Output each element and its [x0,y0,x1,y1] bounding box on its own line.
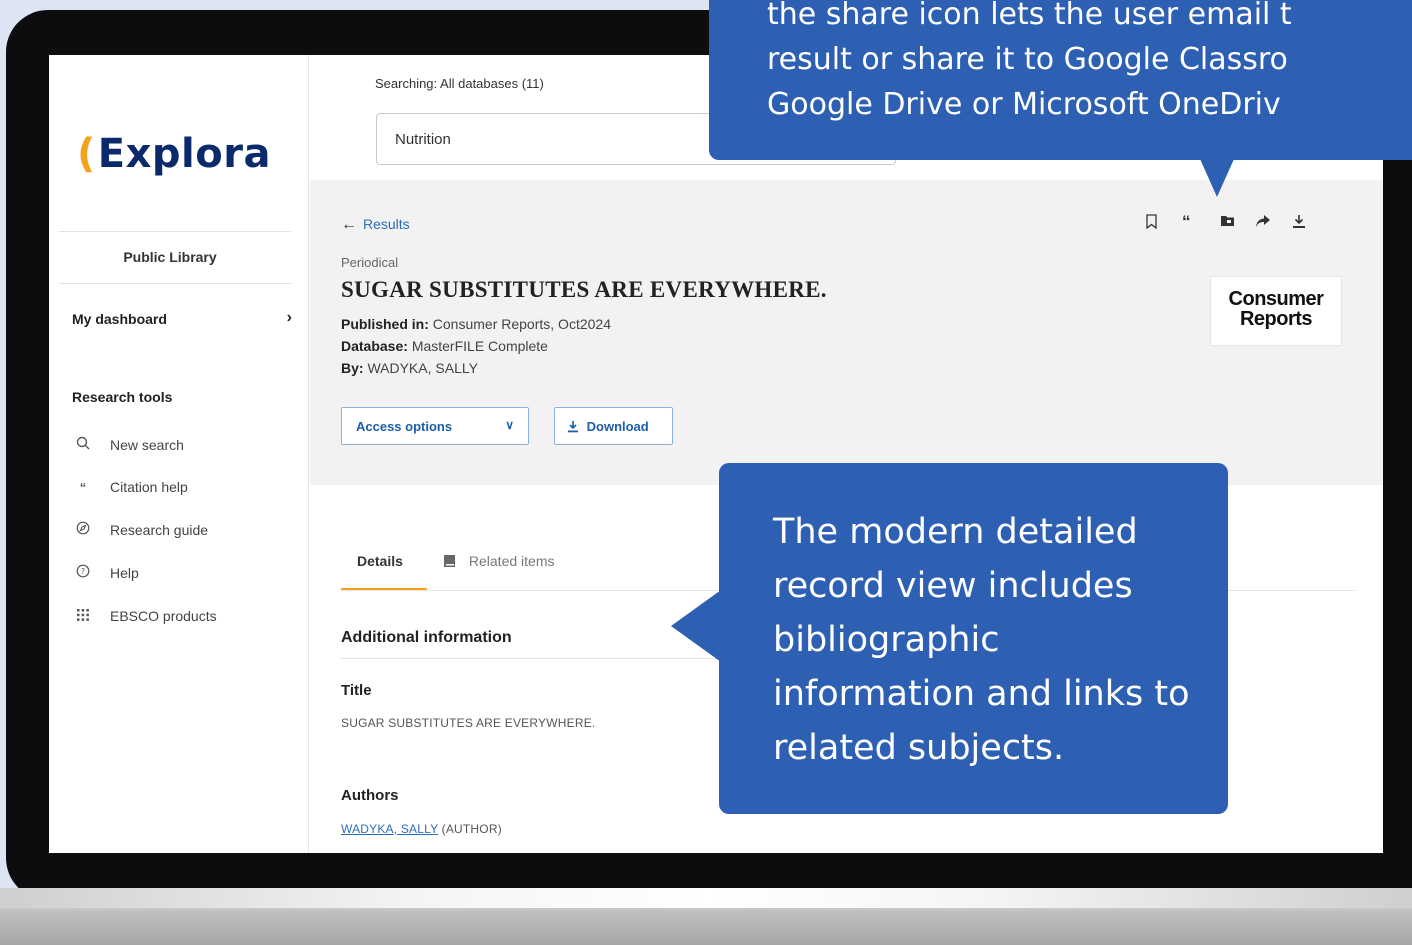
compass-icon [72,521,94,538]
published-in-value: Consumer Reports, Oct2024 [432,316,611,332]
logo-text: Explora [97,131,271,177]
related-label: Related items [468,553,555,569]
download-button[interactable]: Download [554,407,673,445]
by-value: WADYKA, SALLY [367,360,478,376]
share-icon-callout: the share icon lets the user email t res… [709,0,1412,160]
back-label: Results [363,216,410,232]
help-icon: ? [72,564,94,581]
title-field-value: SUGAR SUBSTITUTES ARE EVERYWHERE. [341,716,596,730]
bookmark-icon[interactable] [1145,214,1158,233]
logo-mark-icon: ( [77,131,96,177]
publication-type: Periodical [341,255,399,270]
publisher-logo-line2: Reports [1239,308,1313,330]
callout-pointer [671,590,721,662]
sidebar: (Explora Public Library My dashboard › R… [49,55,309,853]
additional-info-heading: Additional information [341,629,512,646]
explora-logo[interactable]: (Explora [77,131,271,177]
author-info: By: WADYKA, SALLY [341,360,478,376]
chevron-down-icon: ∨ [505,418,514,432]
search-icon [72,436,94,453]
sidebar-item-new-search[interactable]: New search [72,436,184,453]
database-label: Database: [341,338,408,354]
database-value: MasterFILE Complete [411,338,548,354]
back-to-results-link[interactable]: ← Results [341,216,410,234]
publisher-logo-line1: Consumer [1228,288,1324,310]
authors-field-value: WADYKA, SALLY (AUTHOR) [341,822,502,836]
laptop-base [0,888,1412,945]
arrow-left-icon: ← [341,216,357,233]
download-icon[interactable] [1292,214,1306,233]
sidebar-item-citation-help[interactable]: “ Citation help [72,479,188,495]
library-name: Public Library [123,249,217,265]
by-label: By: [341,360,364,376]
record-header: ← Results “ Periodical SUGAR SUBSTITUTES … [310,180,1383,485]
record-view-callout: The modern detailed record view includes… [719,463,1228,814]
svg-text:?: ? [81,567,85,576]
tool-label: Research guide [110,521,209,538]
sidebar-item-help[interactable]: ? Help [72,564,139,581]
author-role: (AUTHOR) [441,822,502,836]
tool-label: EBSCO products [110,608,217,624]
chevron-right-icon: › [286,309,292,326]
search-scope[interactable]: Searching: All databases (11) [375,76,544,91]
folder-icon[interactable] [1220,214,1235,231]
grid-icon [72,608,94,624]
record-title: SUGAR SUBSTITUTES ARE EVERYWHERE. [341,277,827,302]
callout-pointer [1200,159,1234,197]
download-label: Download [586,419,649,434]
access-options-dropdown[interactable]: Access options ∨ [341,407,529,445]
callout-line: result or share it to Google Classro [767,42,1288,77]
tab-details[interactable]: Details [357,553,403,569]
tool-label: Help [110,564,139,581]
published-in: Published in: Consumer Reports, Oct2024 [341,316,611,332]
tool-label: Citation help [110,479,188,495]
callout-line: Google Drive or Microsoft OneDriv [767,87,1281,122]
sidebar-item-ebsco-products[interactable]: EBSCO products [72,608,217,624]
callout-line: the share icon lets the user email t [767,0,1292,32]
sidebar-divider [59,283,291,284]
share-icon[interactable] [1255,214,1271,232]
research-tools-heading: Research tools [72,389,173,405]
access-options-label: Access options [356,419,453,434]
authors-field-label: Authors [341,787,399,804]
sidebar-item-dashboard[interactable]: My dashboard › [72,309,292,327]
tab-related-items[interactable]: Related items [443,553,554,571]
title-field-label: Title [341,682,372,699]
published-in-label: Published in: [341,316,429,332]
laptop-base-lip [0,888,1412,908]
dashboard-label: My dashboard [72,311,167,327]
sidebar-item-research-guide[interactable]: Research guide [72,521,208,538]
sidebar-divider [59,231,291,232]
tool-label: New search [110,436,184,453]
download-button-icon [567,420,583,436]
cite-icon[interactable]: “ [1182,212,1191,232]
book-icon [443,554,465,571]
database-info: Database: MasterFILE Complete [341,338,548,354]
publisher-logo: Consumer Reports [1210,276,1342,346]
author-link[interactable]: WADYKA, SALLY [341,822,438,836]
quote-icon: “ [79,479,87,495]
